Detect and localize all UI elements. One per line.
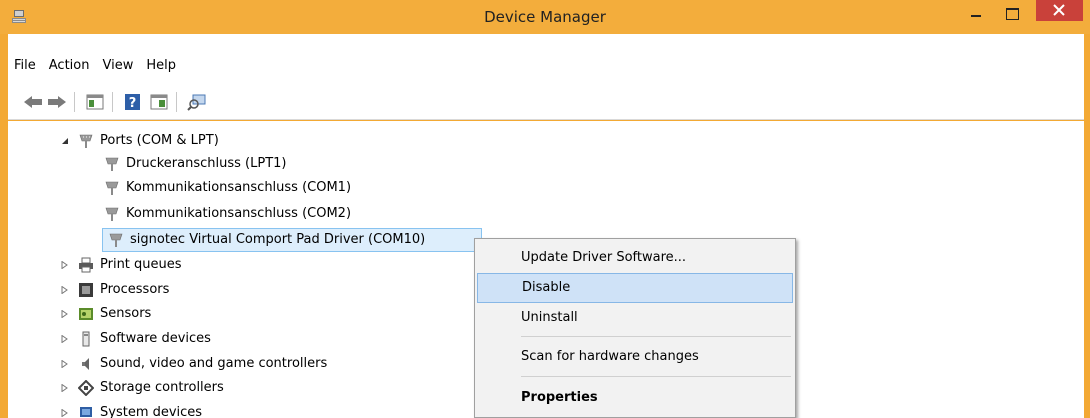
- tree-node-label: Sensors: [100, 306, 152, 321]
- context-menu-update-driver[interactable]: Update Driver Software...: [477, 243, 793, 273]
- tree-node-label: Druckeranschluss (LPT1): [126, 156, 287, 171]
- tree-node-label: Storage controllers: [100, 380, 224, 395]
- tree-node-software-devices[interactable]: Software devices: [8, 328, 308, 350]
- maximize-button[interactable]: [999, 0, 1025, 30]
- properties-icon[interactable]: [148, 93, 170, 111]
- context-menu-properties[interactable]: Properties: [477, 383, 793, 413]
- collapsed-triangle-icon[interactable]: [61, 384, 69, 392]
- window-title: Device Manager: [484, 8, 606, 26]
- context-menu: Update Driver Software... Disable Uninst…: [474, 238, 796, 418]
- device-manager-window: Device Manager File Action View Help ? P…: [0, 0, 1090, 418]
- context-menu-separator: [521, 376, 791, 377]
- port-connector-icon: [79, 134, 93, 148]
- scan-hardware-icon[interactable]: [186, 93, 208, 111]
- menu-help[interactable]: Help: [140, 56, 183, 78]
- tree-node-label: Software devices: [100, 331, 211, 346]
- tree-node-label: Processors: [100, 282, 170, 297]
- close-icon: [1053, 4, 1065, 16]
- tree-node-label: System devices: [100, 405, 203, 418]
- tree-node-ports[interactable]: Ports (COM & LPT): [8, 130, 408, 152]
- context-menu-disable[interactable]: Disable: [477, 273, 793, 303]
- tree-node-com2[interactable]: Kommunikationsanschluss (COM2): [8, 203, 408, 225]
- tree-node-label: Kommunikationsanschluss (COM1): [126, 180, 352, 195]
- toolbar-separator: [74, 92, 75, 112]
- collapsed-triangle-icon[interactable]: [61, 335, 69, 343]
- help-icon[interactable]: ?: [122, 93, 144, 111]
- tree-node-lpt1[interactable]: Druckeranschluss (LPT1): [8, 153, 408, 175]
- port-connector-icon: [105, 181, 119, 195]
- back-arrow-icon[interactable]: [22, 93, 44, 111]
- software-device-icon: [82, 331, 90, 347]
- expanded-triangle-icon[interactable]: [61, 137, 69, 145]
- sensor-icon: [79, 308, 93, 320]
- tree-node-com1[interactable]: Kommunikationsanschluss (COM1): [8, 177, 408, 199]
- tree-node-label: Ports (COM & LPT): [100, 133, 219, 148]
- menu-items: File Action View Help: [8, 56, 183, 78]
- context-menu-scan-hardware[interactable]: Scan for hardware changes: [477, 342, 793, 372]
- tree-node-label: Sound, video and game controllers: [100, 356, 328, 371]
- collapsed-triangle-icon[interactable]: [61, 286, 69, 294]
- toolbar-separator: [112, 92, 113, 112]
- system-device-icon: [80, 407, 92, 417]
- collapsed-triangle-icon[interactable]: [61, 310, 69, 318]
- tree-node-sound-video-game[interactable]: Sound, video and game controllers: [8, 353, 327, 375]
- tree-node-print-queues[interactable]: Print queues: [8, 254, 308, 276]
- processor-icon: [79, 283, 93, 297]
- port-connector-icon: [109, 233, 123, 247]
- context-menu-uninstall[interactable]: Uninstall: [477, 303, 793, 333]
- svg-text:?: ?: [129, 96, 137, 111]
- tree-node-processors[interactable]: Processors: [8, 279, 308, 301]
- speaker-icon: [82, 358, 89, 370]
- collapsed-triangle-icon[interactable]: [61, 409, 69, 417]
- port-connector-icon: [105, 207, 119, 221]
- context-menu-separator: [521, 336, 791, 337]
- toolbar-separator: [176, 92, 177, 112]
- menu-file[interactable]: File: [8, 56, 43, 78]
- tree-node-label: signotec Virtual Comport Pad Driver (COM…: [130, 232, 426, 247]
- tree-node-storage-controllers[interactable]: Storage controllers: [8, 377, 308, 399]
- tree-node-system-devices[interactable]: System devices: [8, 402, 308, 418]
- menu-view[interactable]: View: [96, 56, 140, 78]
- collapsed-triangle-icon[interactable]: [61, 261, 69, 269]
- close-button[interactable]: [1036, 0, 1083, 21]
- printer-icon: [79, 257, 93, 273]
- title-bar[interactable]: Device Manager: [0, 0, 1090, 34]
- show-hide-console-tree-icon[interactable]: [84, 93, 106, 111]
- storage-controller-icon: [78, 380, 94, 396]
- collapsed-triangle-icon[interactable]: [61, 360, 69, 368]
- port-connector-icon: [105, 157, 119, 171]
- toolbar: ?: [8, 84, 1084, 120]
- tree-node-label: Kommunikationsanschluss (COM2): [126, 206, 352, 221]
- tree-node-com10[interactable]: signotec Virtual Comport Pad Driver (COM…: [8, 229, 478, 251]
- tree-node-sensors[interactable]: Sensors: [8, 303, 308, 325]
- tree-node-label: Print queues: [100, 257, 182, 272]
- forward-arrow-icon[interactable]: [46, 93, 68, 111]
- menu-action[interactable]: Action: [43, 56, 97, 78]
- minimize-button[interactable]: [963, 0, 989, 30]
